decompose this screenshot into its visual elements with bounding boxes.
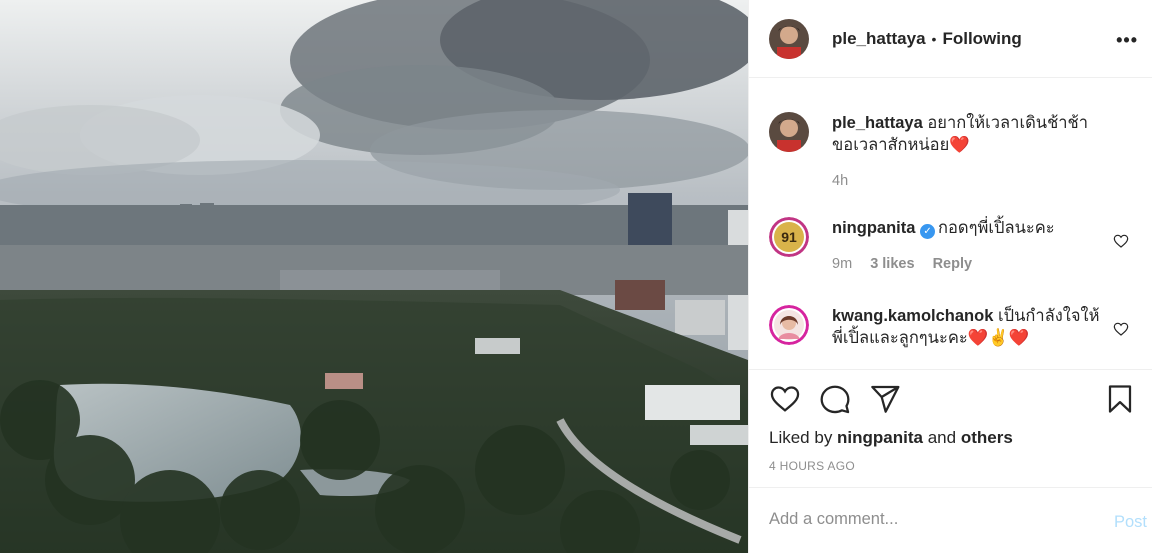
caption-time[interactable]: 4h [832,173,848,189]
header-separator: • [931,30,937,47]
comment-composer: Post [749,487,1152,553]
liked-by-prefix: Liked by [769,428,838,447]
caption-body: ple_hattaya อยากให้เวลาเดินช้าช้า ขอเวลา… [832,112,1102,192]
author-avatar[interactable] [769,18,809,59]
author-username[interactable]: ple_hattaya [832,29,926,49]
post-timestamp[interactable]: 4 HOURS AGO [769,459,855,473]
post-caption: ple_hattaya อยากให้เวลาเดินช้าช้า ขอเวลา… [769,112,1133,192]
svg-text:91: 91 [781,229,797,245]
share-paper-plane-icon[interactable] [869,383,901,415]
save-bookmark-icon[interactable] [1105,383,1135,415]
action-icons [769,383,901,415]
liked-by-and: and [923,428,961,447]
liked-by: Liked by ningpanita and others [769,428,1013,448]
reply-button[interactable]: Reply [933,256,973,272]
comment-time[interactable]: 9m [832,256,852,272]
post-comment-button[interactable]: Post [1114,513,1147,532]
comment-username[interactable]: ningpanita [832,219,915,237]
comment-bubble-icon[interactable] [819,383,851,415]
comment-text: กอดๆพี่เปิ้ลนะคะ [938,219,1055,237]
comment-username[interactable]: kwang.kamolchanok [832,307,993,325]
comment-body: ningpanita ✓ กอดๆพี่เปิ้ลนะคะ 9m 3 likes … [832,217,1102,275]
comment-likes[interactable]: 3 likes [870,256,914,272]
caption-username[interactable]: ple_hattaya [832,114,923,132]
commenter-avatar[interactable]: 91 [769,217,809,257]
post-actions: Liked by ningpanita and others 4 HOURS A… [749,369,1152,487]
liked-by-others[interactable]: others [961,428,1013,447]
post-photo[interactable] [0,0,748,553]
more-options-icon[interactable]: ••• [1116,30,1138,51]
comment-item: kwang.kamolchanok เป็นกำลังใจให้พี่เปิ้ล… [769,305,1133,349]
add-comment-input[interactable] [769,510,1069,529]
liked-by-user[interactable]: ningpanita [837,428,923,447]
following-button[interactable]: Following [942,29,1021,49]
caption-avatar[interactable] [769,112,809,152]
comment-body: kwang.kamolchanok เป็นกำลังใจให้พี่เปิ้ล… [832,305,1102,349]
post-header: ple_hattaya • Following ••• [749,0,1152,78]
comment-meta: 9m 3 likes Reply [832,253,1102,275]
comment-like-heart-icon[interactable] [1113,233,1129,249]
post-side-panel: ple_hattaya • Following ••• ple_hattaya … [748,0,1152,553]
caption-meta: 4h [832,170,1102,192]
comment-item: 91 ningpanita ✓ กอดๆพี่เปิ้ลนะคะ 9m 3 lik… [769,217,1133,275]
instagram-post-modal: ple_hattaya • Following ••• ple_hattaya … [0,0,1152,553]
like-heart-icon[interactable] [769,383,801,415]
comment-like-heart-icon[interactable] [1113,321,1129,337]
commenter-avatar[interactable] [769,305,809,345]
verified-badge-icon: ✓ [920,224,936,239]
